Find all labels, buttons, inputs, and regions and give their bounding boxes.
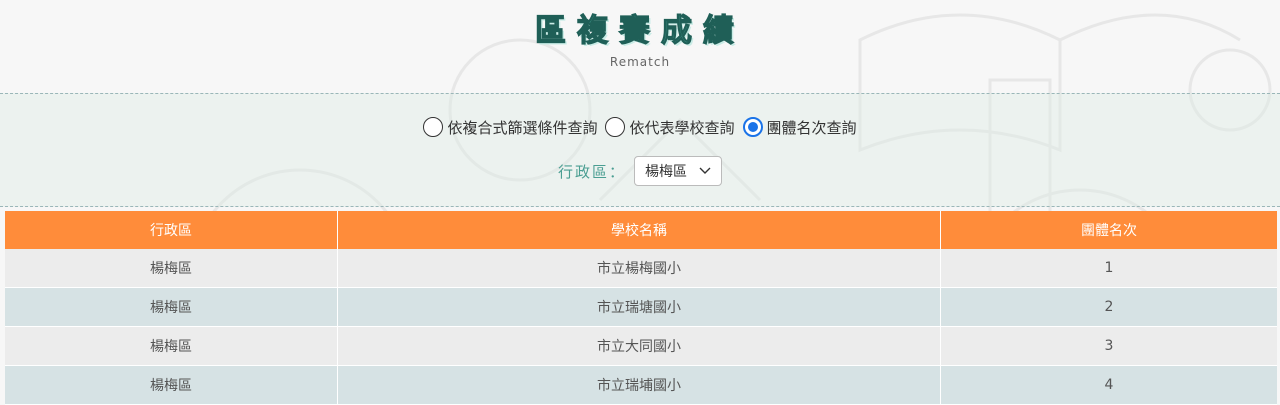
column-header-school: 學校名稱 [337,211,941,249]
district-select[interactable]: 楊梅區 [634,156,722,186]
column-header-team-rank: 團體名次 [940,211,1277,249]
radio-team-ranking[interactable]: 團體名次查詢 [742,117,857,138]
cell-school: 市立楊梅國小 [337,249,941,288]
results-table-container: 行政區 學校名稱 團體名次 楊梅區 市立楊梅國小 1 楊梅區 市立瑞塘國小 2 … [0,211,1280,405]
cell-rank: 3 [940,326,1277,366]
cell-school: 市立瑞塘國小 [337,287,941,327]
filter-panel: 依複合式篩選條件查詢 依代表學校查詢 團體名次查詢 行政區： 楊梅區 [0,93,1280,207]
cell-school: 市立大同國小 [337,326,941,366]
cell-rank: 1 [940,249,1277,288]
radio-unchecked-icon[interactable] [423,117,444,137]
cell-district: 楊梅區 [5,326,338,366]
cell-rank: 2 [940,287,1277,327]
cell-rank: 4 [940,365,1277,405]
table-row: 楊梅區 市立瑞塘國小 2 [5,287,1277,327]
radio-label: 依代表學校查詢 [629,118,735,137]
radio-composite-filter[interactable]: 依複合式篩選條件查詢 [423,117,597,138]
chevron-down-icon [699,167,711,174]
table-header-row: 行政區 學校名稱 團體名次 [5,211,1277,249]
radio-by-school[interactable]: 依代表學校查詢 [605,117,735,138]
page-title: 區複賽成績 [534,13,745,49]
cell-district: 楊梅區 [5,249,338,288]
page-subtitle: Rematch [609,55,671,69]
query-mode-radio-group: 依複合式篩選條件查詢 依代表學校查詢 團體名次查詢 [0,94,1280,139]
results-table: 行政區 學校名稱 團體名次 楊梅區 市立楊梅國小 1 楊梅區 市立瑞塘國小 2 … [5,211,1277,405]
cell-district: 楊梅區 [5,365,338,405]
cell-district: 楊梅區 [5,287,338,327]
radio-label: 團體名次查詢 [766,118,857,137]
table-row: 楊梅區 市立大同國小 3 [5,326,1277,366]
table-row: 楊梅區 市立楊梅國小 1 [5,249,1277,288]
radio-checked-icon[interactable] [742,117,763,137]
cell-school: 市立瑞埔國小 [337,365,941,405]
district-label: 行政區： [557,162,626,181]
district-selected-value: 楊梅區 [645,164,687,180]
column-header-district: 行政區 [5,211,338,249]
radio-unchecked-icon[interactable] [605,117,626,137]
page-header: 區複賽成績 Rematch [0,0,1280,93]
table-row: 楊梅區 市立瑞埔國小 4 [5,365,1277,405]
district-filter: 行政區： 楊梅區 [0,156,1280,186]
radio-label: 依複合式篩選條件查詢 [447,118,598,137]
